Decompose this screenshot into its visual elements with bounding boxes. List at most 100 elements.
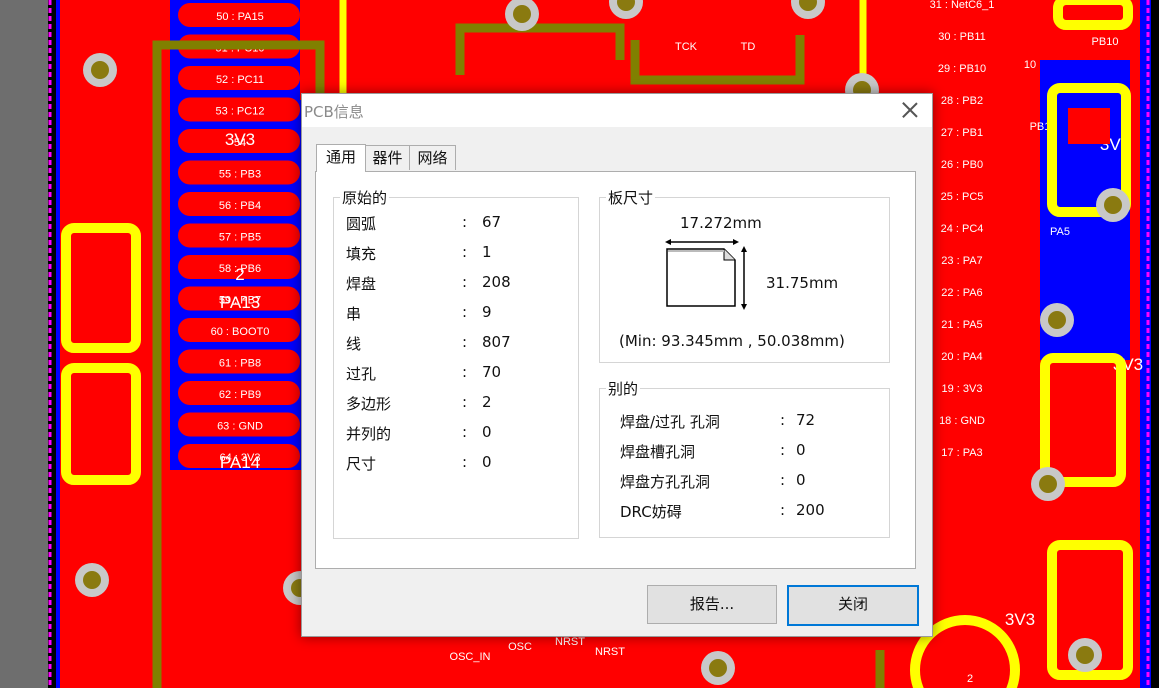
pin-label-left: 57 : PB5: [219, 232, 261, 244]
other-value: 0: [796, 441, 806, 459]
smd-pad: [1068, 108, 1110, 144]
pin-label-left: 63 : GND: [217, 421, 263, 433]
via-hole: [1076, 646, 1094, 664]
colon: :: [462, 303, 468, 321]
pin-label-left: 50 : PA15: [216, 11, 264, 23]
report-button[interactable]: 报告...: [647, 585, 777, 624]
pin-label-left: 55 : PB3: [219, 169, 261, 181]
other-label: 焊盘槽孔洞: [620, 443, 696, 461]
pin-label-right: 17 : PA3: [941, 447, 982, 459]
via-hole: [513, 5, 531, 23]
primitive-value: 208: [482, 273, 511, 291]
colon: :: [780, 501, 786, 519]
colon: :: [462, 273, 468, 291]
board-width: 17.272mm: [680, 214, 762, 232]
other-label: 焊盘方孔孔洞: [620, 473, 711, 491]
pin-label-right: 18 : GND: [939, 415, 985, 427]
primitive-label: 并列的: [346, 425, 392, 443]
close-icon[interactable]: [900, 100, 920, 120]
primitive-row: 圆弧:67: [346, 213, 566, 233]
via-hole: [83, 571, 101, 589]
small-label: OSC_IN: [450, 651, 491, 663]
primitive-row: 线:807: [346, 333, 566, 353]
primitive-label: 多边形: [346, 395, 392, 413]
other-value: 200: [796, 501, 825, 519]
primitive-label: 填充: [346, 245, 377, 263]
pin-label-right: 22 : PA6: [941, 287, 982, 299]
tab-panel-general: 原始的 圆弧:67 填充:1 焊盘:208 串:9 线:807 过孔:70 多边形:2 并列的…: [315, 171, 916, 569]
close-button[interactable]: 关闭: [787, 585, 919, 626]
primitives-group: 原始的 圆弧:67 填充:1 焊盘:208 串:9 线:807 过孔:70 多边形:2 并列的…: [333, 187, 579, 539]
primitive-label: 焊盘: [346, 275, 377, 293]
primitives-group-title: 原始的: [340, 187, 390, 208]
tab-general[interactable]: 通用: [316, 144, 366, 172]
colon: :: [462, 453, 468, 471]
smd-pad: [80, 292, 122, 330]
pin-label-right: 25 : PC5: [941, 191, 984, 203]
small-label: NRST: [555, 636, 585, 648]
small-label: PA5: [1050, 226, 1070, 238]
pin-label-left: 61 : PB8: [219, 358, 261, 370]
small-label: OSC: [508, 641, 532, 653]
other-value: 0: [796, 471, 806, 489]
pin-label-left: 62 : PB9: [219, 389, 261, 401]
tab-components[interactable]: 器件: [364, 145, 411, 170]
dialog-titlebar[interactable]: PCB信息: [302, 94, 932, 127]
primitive-label: 尺寸: [346, 455, 377, 473]
big-label: PA13: [220, 293, 260, 312]
pin-label-left: 56 : PB4: [219, 200, 261, 212]
other-row: DRC妨碍:200: [620, 501, 880, 521]
small-label: PB10: [1092, 36, 1119, 48]
colon: :: [462, 213, 468, 231]
primitive-label: 过孔: [346, 365, 377, 383]
pin-label-right: 19 : 3V3: [942, 383, 983, 395]
pin-label-right: 23 : PA7: [941, 255, 982, 267]
pin-label-right: 27 : PB1: [941, 127, 983, 139]
other-row: 焊盘方孔孔洞:0: [620, 471, 880, 491]
primitive-row: 焊盘:208: [346, 273, 566, 293]
primitive-value: 70: [482, 363, 502, 381]
via-hole: [709, 659, 727, 677]
other-label: 焊盘/过孔 孔洞: [620, 413, 720, 431]
pin-label-right: 28 : PB2: [941, 95, 983, 107]
primitive-label: 串: [346, 305, 362, 323]
small-label: TCK: [675, 41, 698, 53]
other-value: 72: [796, 411, 816, 429]
pin-label-right: 29 : PB10: [938, 63, 986, 75]
board-size-group: 板尺寸 17.272mm 31.75mm (Min: 93.345mm , 50…: [599, 187, 890, 363]
primitive-row: 并列的:0: [346, 423, 566, 443]
pin-label-right: 21 : PA5: [941, 319, 982, 331]
other-row: 焊盘/过孔 孔洞:72: [620, 411, 880, 431]
board-size-diagram: [665, 239, 747, 310]
via-hole: [91, 61, 109, 79]
via-hole: [1104, 196, 1122, 214]
colon: :: [462, 423, 468, 441]
board-height: 31.75mm: [766, 274, 839, 292]
pin-label-right: 24 : PC4: [941, 223, 984, 235]
other-row: 焊盘槽孔洞:0: [620, 441, 880, 461]
colon: :: [780, 441, 786, 459]
colon: :: [780, 471, 786, 489]
primitive-row: 多边形:2: [346, 393, 566, 413]
pin-label-right: 26 : PB0: [941, 159, 983, 171]
board-size-group-title: 板尺寸: [606, 187, 656, 208]
board-min-coords: (Min: 93.345mm , 50.038mm): [619, 332, 845, 350]
pcb-info-dialog: PCB信息 通用 器件 网络 原始的 圆弧:67 填充:1 焊盘:208 串:9 线:8…: [301, 93, 933, 637]
primitive-row: 串:9: [346, 303, 566, 323]
primitive-row: 过孔:70: [346, 363, 566, 383]
primitive-value: 9: [482, 303, 492, 321]
colon: :: [462, 363, 468, 381]
pin-label-left: 60 : BOOT0: [211, 326, 270, 338]
other-label: DRC妨碍: [620, 503, 682, 521]
other-group-title: 别的: [606, 378, 641, 399]
dialog-title: PCB信息: [304, 103, 364, 121]
big-label: 3V3: [1005, 610, 1035, 629]
colon: :: [462, 243, 468, 261]
small-label: 10: [1024, 59, 1036, 71]
primitive-label: 圆弧: [346, 215, 377, 233]
pin-label-left: 52 : PC11: [216, 74, 264, 86]
big-label: 3V3: [225, 130, 255, 149]
primitive-label: 线: [346, 335, 362, 353]
big-label: PA14: [220, 453, 260, 472]
tab-nets[interactable]: 网络: [409, 145, 456, 170]
